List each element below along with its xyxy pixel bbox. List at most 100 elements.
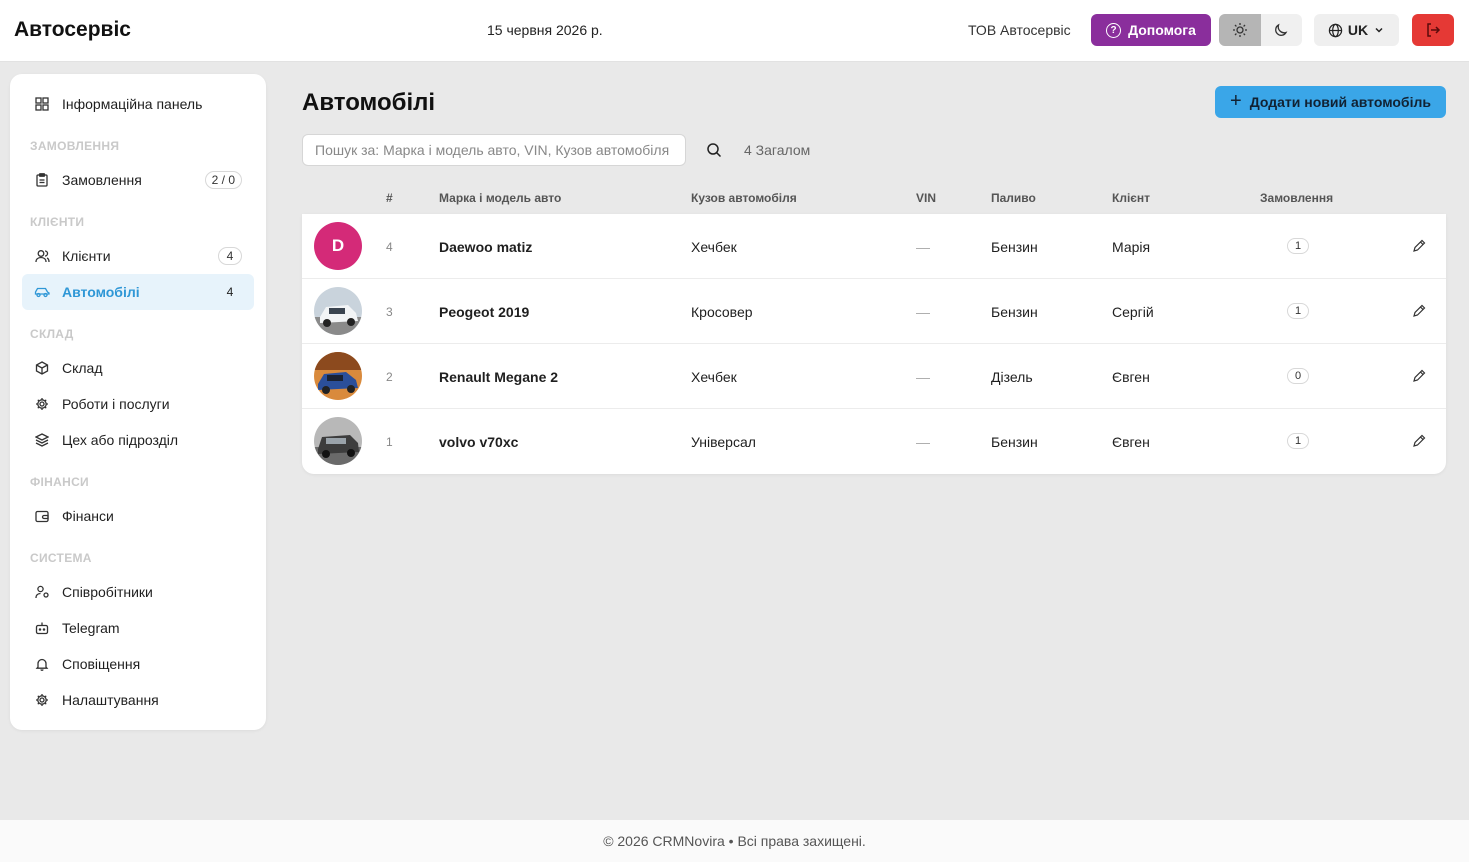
sidebar-item-label: Замовлення	[62, 172, 142, 188]
sidebar-item-finance[interactable]: Фінанси	[22, 498, 254, 534]
section-label-clients: КЛІЄНТИ	[30, 215, 85, 229]
footer: © 2026 CRMNovira • Всі права захищені.	[0, 820, 1469, 862]
orders-badge: 1	[1287, 238, 1309, 254]
car-icon	[34, 284, 50, 300]
table-row[interactable]: D 4 Daewoo matiz Хечбек — Бензин Марія 1	[302, 214, 1446, 279]
sidebar-item-orders[interactable]: Замовлення 2 / 0	[22, 162, 254, 198]
car-body: Універсал	[691, 434, 756, 450]
pencil-icon[interactable]	[1412, 304, 1426, 318]
bell-icon	[34, 656, 50, 672]
sidebar-item-notifications[interactable]: Сповіщення	[22, 646, 254, 682]
car-model[interactable]: Renault Megane 2	[439, 369, 558, 385]
box-icon	[34, 360, 50, 376]
brand-title[interactable]: Автосервіс	[14, 18, 131, 42]
clients-count-badge: 4	[218, 247, 242, 265]
company-name: ТОВ Автосервіс	[968, 22, 1071, 38]
globe-icon	[1328, 23, 1343, 37]
settings-gear-icon	[34, 692, 50, 708]
car-model[interactable]: volvo v70xc	[439, 434, 518, 450]
sidebar-item-settings[interactable]: Налаштування	[22, 682, 254, 718]
sidebar-item-label: Склад	[62, 360, 103, 376]
bot-icon	[34, 620, 50, 636]
moon-icon	[1275, 23, 1288, 36]
car-fuel: Бензин	[991, 239, 1038, 255]
car-vin: —	[916, 239, 930, 255]
sidebar-item-departments[interactable]: Цех або підрозділ	[22, 422, 254, 458]
sidebar-item-label: Сповіщення	[62, 656, 141, 672]
sidebar-item-cars[interactable]: Автомобілі 4	[22, 274, 254, 310]
sidebar-item-clients[interactable]: Клієнти 4	[22, 238, 254, 274]
car-vin: —	[916, 304, 930, 320]
sidebar-item-dashboard[interactable]: Інформаційна панель	[22, 86, 254, 122]
total-count: 4 Загалом	[744, 142, 811, 158]
column-header[interactable]: Клієнт	[1112, 191, 1150, 205]
sidebar-item-telegram[interactable]: Telegram	[22, 610, 254, 646]
sidebar-item-services[interactable]: Роботи і послуги	[22, 386, 254, 422]
car-client: Марія	[1112, 239, 1151, 255]
table-header: # Марка і модель авто Кузов автомобіля V…	[302, 182, 1446, 214]
layers-icon	[34, 432, 50, 448]
car-body: Хечбек	[691, 369, 737, 385]
section-label-system: СИСТЕМА	[30, 551, 92, 565]
table-row[interactable]: 1 volvo v70xc Універсал — Бензин Євген 1	[302, 409, 1446, 474]
car-body: Кросовер	[691, 304, 753, 320]
sidebar-item-label: Інформаційна панель	[62, 96, 203, 112]
chevron-down-icon	[1375, 27, 1383, 33]
logout-icon	[1427, 23, 1441, 37]
copyright-text: © 2026 CRMNovira • Всі права захищені.	[603, 833, 866, 849]
sidebar: Інформаційна панель ЗАМОВЛЕННЯ Замовленн…	[10, 74, 266, 730]
car-avatar: D	[314, 222, 362, 270]
sidebar-item-label: Фінанси	[62, 508, 114, 524]
orders-count-badge: 2 / 0	[204, 171, 242, 189]
car-photo	[314, 352, 362, 400]
top-header: Автосервіс 15 червня 2026 р. ТОВ Автосер…	[0, 0, 1469, 62]
language-select[interactable]: UK	[1314, 14, 1399, 46]
search-input[interactable]	[302, 134, 686, 166]
column-header[interactable]: Кузов автомобіля	[691, 191, 797, 205]
wallet-icon	[34, 508, 50, 524]
plus-icon: +	[1230, 90, 1242, 112]
row-number: 4	[386, 240, 393, 254]
orders-badge: 1	[1287, 433, 1309, 449]
car-client: Євген	[1112, 369, 1150, 385]
sidebar-item-warehouse[interactable]: Склад	[22, 350, 254, 386]
row-number: 3	[386, 305, 393, 319]
car-fuel: Бензин	[991, 434, 1038, 450]
pencil-icon[interactable]	[1412, 369, 1426, 383]
theme-toggle	[1219, 14, 1302, 46]
language-label: UK	[1347, 22, 1369, 38]
table-row[interactable]: 2 Renault Megane 2 Хечбек — Дізель Євген…	[302, 344, 1446, 409]
current-date: 15 червня 2026 р.	[487, 22, 603, 38]
page-title: Автомобілі	[302, 89, 436, 116]
sidebar-item-label: Співробітники	[62, 584, 153, 600]
clipboard-icon	[34, 172, 50, 188]
column-header[interactable]: Замовлення	[1260, 191, 1333, 205]
pencil-icon[interactable]	[1412, 434, 1426, 448]
car-photo	[314, 287, 362, 335]
add-car-button[interactable]: + Додати новий автомобіль	[1215, 86, 1446, 118]
car-vin: —	[916, 369, 930, 385]
orders-badge: 1	[1287, 303, 1309, 319]
column-header[interactable]: VIN	[916, 191, 936, 205]
table-row[interactable]: 3 Peogeot 2019 Кросовер — Бензин Сергій …	[302, 279, 1446, 344]
section-label-finance: ФІНАНСИ	[30, 475, 89, 489]
car-client: Сергій	[1112, 304, 1154, 320]
cars-count-badge: 4	[218, 283, 242, 301]
car-model[interactable]: Daewoo matiz	[439, 239, 532, 255]
dashboard-icon	[34, 96, 50, 112]
light-theme-button[interactable]	[1219, 14, 1261, 46]
search-button[interactable]	[706, 142, 722, 158]
help-button[interactable]: ? Допомога	[1091, 14, 1211, 46]
sidebar-item-employees[interactable]: Співробітники	[22, 574, 254, 610]
logout-button[interactable]	[1412, 14, 1454, 46]
dark-theme-button[interactable]	[1261, 14, 1303, 46]
section-label-warehouse: СКЛАД	[30, 327, 74, 341]
column-header[interactable]: #	[386, 191, 393, 205]
car-model[interactable]: Peogeot 2019	[439, 304, 529, 320]
orders-badge: 0	[1287, 368, 1309, 384]
pencil-icon[interactable]	[1412, 239, 1426, 253]
column-header[interactable]: Марка і модель авто	[439, 191, 561, 205]
car-client: Євген	[1112, 434, 1150, 450]
column-header[interactable]: Паливо	[991, 191, 1036, 205]
help-label: Допомога	[1128, 22, 1196, 38]
